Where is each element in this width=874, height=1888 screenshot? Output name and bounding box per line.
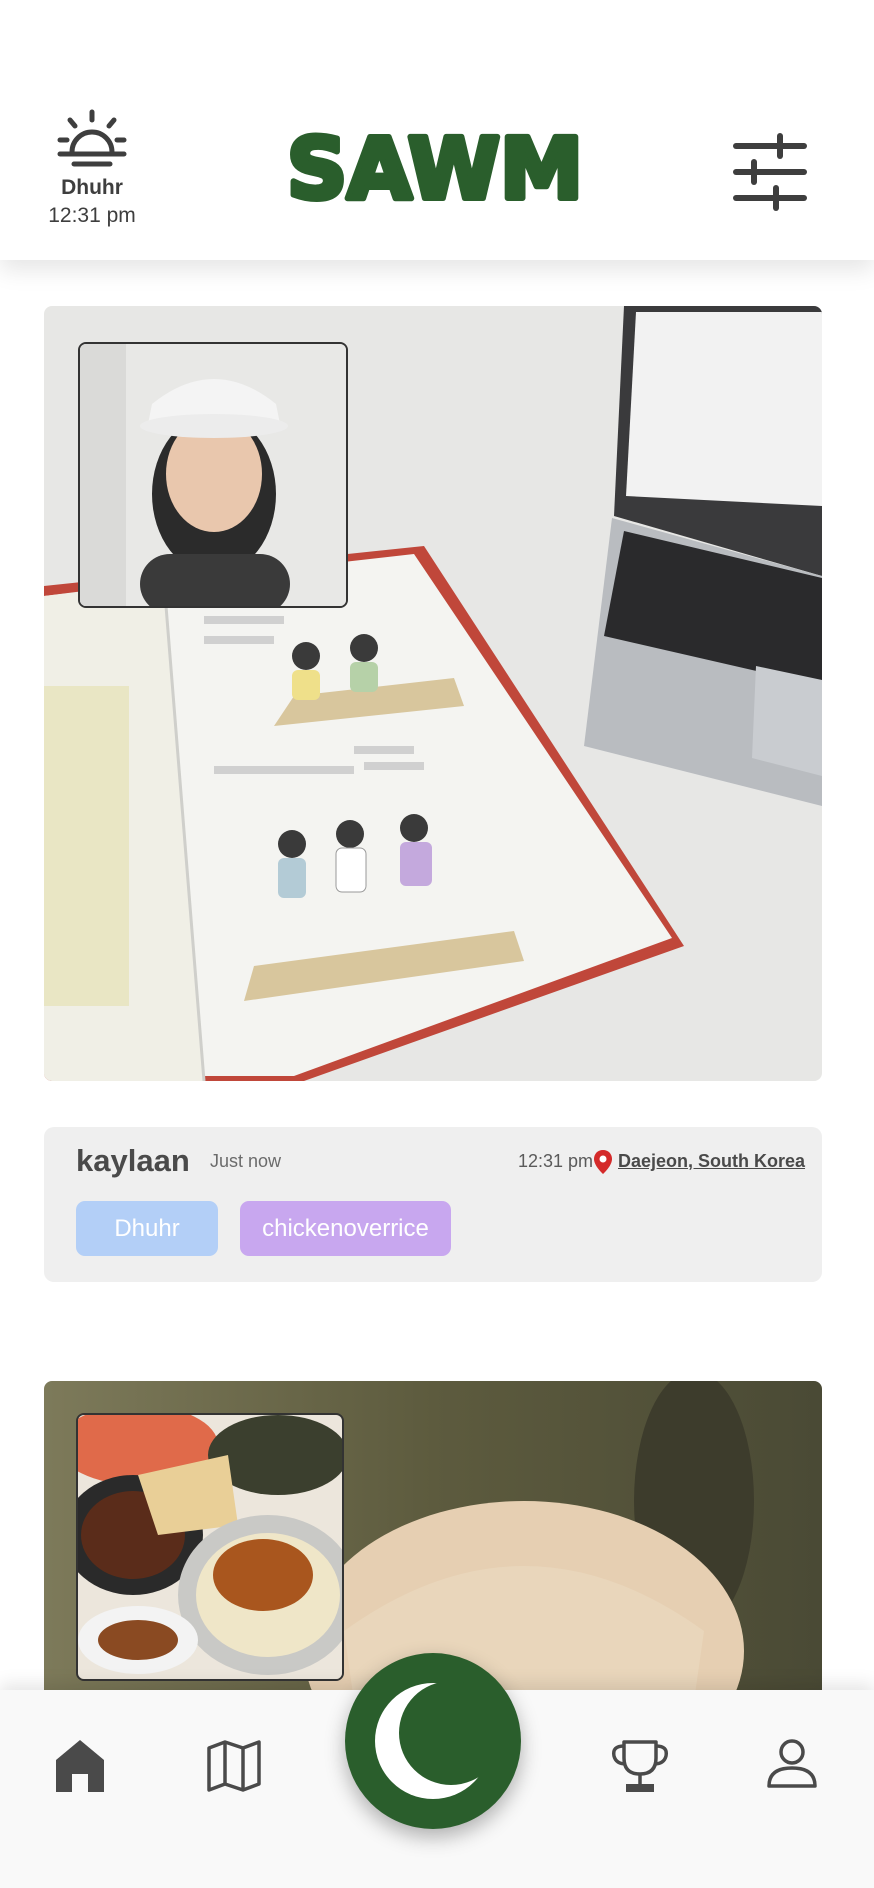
profile-icon — [766, 1739, 818, 1794]
post-meta-card: kaylaan Just now 12:31 pm Daejeon, South… — [44, 1127, 822, 1282]
nav-profile-button[interactable] — [766, 1738, 818, 1795]
app-header: Dhuhr 12:31 pm SAWM — [0, 0, 874, 260]
filter-settings-button[interactable] — [730, 132, 810, 212]
prayer-time: 12:31 pm — [48, 204, 136, 227]
post-username[interactable]: kaylaan — [76, 1143, 190, 1179]
selfie-image — [80, 344, 346, 606]
map-icon — [206, 1740, 262, 1798]
location-pin-icon — [593, 1149, 613, 1180]
app-logo-text: SAWM — [287, 130, 583, 212]
sliders-icon — [730, 133, 810, 216]
crescent-icon — [345, 1681, 521, 1833]
post-main-photo[interactable] — [44, 306, 822, 1081]
post-location-link[interactable]: Daejeon, South Korea — [618, 1151, 805, 1172]
selfie-inset-photo[interactable] — [78, 342, 348, 608]
app-logo: SAWM — [280, 117, 590, 221]
sunrise-icon — [30, 108, 154, 172]
meal-tag[interactable]: chickenoverrice — [240, 1201, 451, 1256]
prayer-name: Dhuhr — [61, 176, 123, 199]
nav-leaderboard-button[interactable] — [610, 1738, 670, 1799]
food-inset-photo[interactable] — [76, 1413, 344, 1681]
food-image — [78, 1415, 342, 1679]
post-time: 12:31 pm — [518, 1151, 594, 1171]
nav-map-button[interactable] — [206, 1738, 262, 1799]
post-capture-button[interactable] — [345, 1653, 521, 1829]
post-timestamp-relative: Just now — [210, 1151, 282, 1171]
trophy-icon — [610, 1740, 670, 1798]
current-prayer-widget[interactable]: Dhuhr 12:31 pm — [30, 108, 154, 228]
home-icon — [54, 1740, 106, 1798]
prayer-tag[interactable]: Dhuhr — [76, 1201, 218, 1256]
nav-home-button[interactable] — [54, 1738, 106, 1799]
